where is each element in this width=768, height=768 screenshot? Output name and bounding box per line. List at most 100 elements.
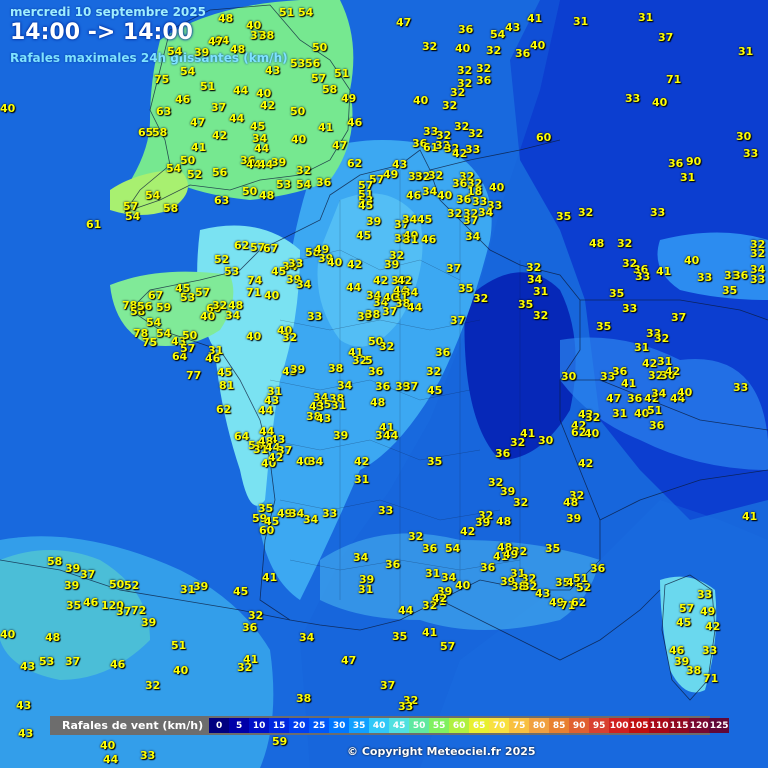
station-value: 53 — [39, 655, 55, 668]
legend-swatch: 120 — [689, 718, 710, 733]
station-value: 33 — [288, 257, 304, 270]
station-value: 34 — [422, 185, 438, 198]
station-value: 31 — [680, 171, 696, 184]
station-value: 45 — [250, 120, 266, 133]
station-value: 32 — [513, 496, 529, 509]
station-value: 46 — [421, 233, 437, 246]
station-value: 40 — [413, 94, 429, 107]
station-value: 32 — [654, 332, 670, 345]
header-title: Rafales maximales 24h glissantes (km/h) — [10, 51, 288, 65]
station-value: 35 — [392, 630, 408, 643]
station-value: 33 — [697, 271, 713, 284]
station-value: 49 — [383, 168, 399, 181]
station-value: 31 — [573, 15, 589, 28]
station-value: 40 — [677, 386, 693, 399]
legend-swatch: 40 — [369, 718, 390, 733]
station-value: 31 — [634, 341, 650, 354]
station-value: 72 — [131, 604, 147, 617]
legend-swatch: 125 — [709, 718, 730, 733]
station-value: 36 — [476, 74, 492, 87]
station-value: 40 — [0, 628, 16, 641]
station-value: 56 — [212, 166, 228, 179]
station-value: 63 — [214, 194, 230, 207]
station-value: 46 — [83, 596, 99, 609]
station-value: 54 — [490, 28, 506, 41]
station-value: 37 — [463, 214, 479, 227]
station-value: 51 — [573, 572, 589, 585]
station-value: 34 — [527, 273, 543, 286]
station-value: 37 — [446, 262, 462, 275]
station-value: 40 — [256, 87, 272, 100]
station-value: 39 — [271, 156, 287, 169]
station-value: 37 — [403, 380, 419, 393]
station-value: 52 — [214, 253, 230, 266]
legend-swatch: 70 — [489, 718, 510, 733]
station-value: 40 — [455, 579, 471, 592]
station-value: 46 — [406, 189, 422, 202]
station-value: 38 — [686, 664, 702, 677]
station-value: 57 — [180, 342, 196, 355]
legend-swatch: 50 — [409, 718, 430, 733]
station-value: 32 — [408, 530, 424, 543]
station-value: 32 — [237, 661, 253, 674]
station-value: 39 — [64, 579, 80, 592]
station-value: 31 — [638, 11, 654, 24]
station-value: 36 — [515, 47, 531, 60]
station-value: 57 — [195, 286, 211, 299]
station-value: 40 — [584, 427, 600, 440]
legend-swatch: 45 — [389, 718, 410, 733]
station-value: 51 — [647, 404, 663, 417]
station-value: 39 — [65, 562, 81, 575]
station-value: 48 — [230, 43, 246, 56]
station-value: 42 — [642, 357, 658, 370]
station-value: 40 — [530, 39, 546, 52]
station-value: 43 — [265, 64, 281, 77]
station-value: 42 — [260, 99, 276, 112]
station-value: 32 — [379, 340, 395, 353]
station-value: 52 — [124, 579, 140, 592]
station-value: 46 — [175, 93, 191, 106]
header-time: 14:00 -> 14:00 — [10, 20, 193, 45]
station-value: 57 — [440, 640, 456, 653]
station-value: 32 — [533, 309, 549, 322]
station-value: 44 — [258, 404, 274, 417]
station-value: 36 — [385, 558, 401, 571]
station-value: 37 — [211, 101, 227, 114]
station-value: 44 — [229, 112, 245, 125]
station-value: 34 — [353, 551, 369, 564]
legend-swatch: 85 — [549, 718, 570, 733]
station-value: 54 — [180, 65, 196, 78]
station-value: 50 — [182, 329, 198, 342]
station-value: 30 — [736, 130, 752, 143]
station-value: 81 — [219, 379, 235, 392]
station-value: 59 — [156, 301, 172, 314]
station-value: 39 — [194, 46, 210, 59]
station-value: 51 — [171, 639, 187, 652]
station-value: 58 — [152, 126, 168, 139]
station-value: 43 — [18, 727, 34, 740]
station-value: 54 — [167, 45, 183, 58]
station-value: 36 — [435, 346, 451, 359]
station-value: 42 — [665, 365, 681, 378]
legend-swatch: 110 — [649, 718, 670, 733]
station-value: 62 — [571, 596, 587, 609]
station-value: 36 — [375, 380, 391, 393]
station-value: 43 — [16, 699, 32, 712]
station-value: 42 — [578, 457, 594, 470]
station-value: 46 — [347, 116, 363, 129]
station-value: 62 — [216, 403, 232, 416]
legend-swatch: 5 — [229, 718, 250, 733]
station-value: 32 — [296, 164, 312, 177]
station-value: 43 — [20, 660, 36, 673]
station-value: 53 — [224, 265, 240, 278]
legend-swatch: 80 — [529, 718, 550, 733]
station-value: 36 — [368, 365, 384, 378]
station-value: 35 — [545, 542, 561, 555]
station-value: 34 — [651, 387, 667, 400]
station-value: 33 — [743, 147, 759, 160]
station-value: 38 — [296, 692, 312, 705]
station-value: 32 — [422, 40, 438, 53]
station-value: 34 — [478, 206, 494, 219]
station-value: 42 — [705, 620, 721, 633]
station-value: 48 — [589, 237, 605, 250]
